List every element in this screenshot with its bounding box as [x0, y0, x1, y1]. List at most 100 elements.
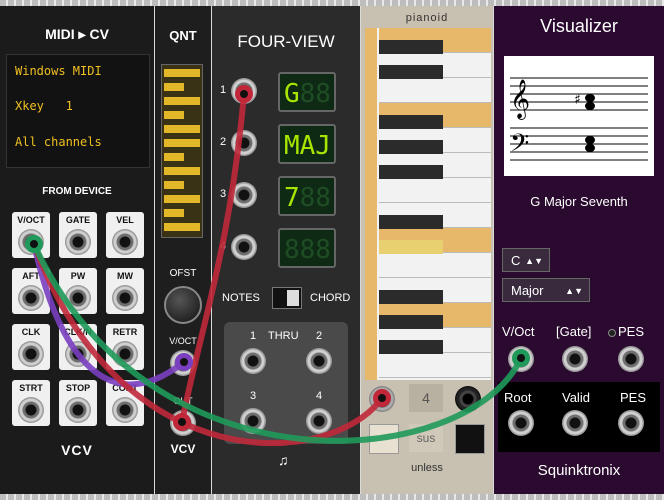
view-input-jack-4[interactable]: [231, 234, 257, 260]
treble-clef-icon: 𝄞: [510, 79, 530, 120]
key-indicator-strip: [365, 28, 377, 380]
piano-black-key[interactable]: [379, 165, 443, 179]
gate-output-jack[interactable]: [65, 229, 91, 255]
piano-black-key[interactable]: [379, 65, 443, 79]
mode-switch[interactable]: [272, 287, 302, 309]
button-left[interactable]: [369, 424, 399, 454]
out-jack-dark-1[interactable]: [455, 386, 481, 412]
notation-staff: 𝄞 𝄢 ♯: [510, 77, 648, 164]
piano-keyboard[interactable]: [365, 28, 491, 380]
thru-jack-2[interactable]: [306, 348, 332, 374]
voct-input-jack[interactable]: [170, 350, 196, 376]
piano-black-key[interactable]: [379, 240, 443, 254]
module-footer: unless: [411, 462, 443, 474]
view-input-jack-3[interactable]: [231, 182, 257, 208]
thru-num-1: 1: [250, 330, 257, 342]
display-unlit-segments: 88: [299, 79, 331, 109]
pw-output-jack[interactable]: [65, 285, 91, 311]
key-select-value: C: [511, 253, 521, 268]
brand-logo: VCV: [61, 442, 93, 458]
offset-knob[interactable]: [164, 286, 202, 324]
gate-input-jack[interactable]: [562, 346, 588, 372]
piano-black-key[interactable]: [379, 290, 443, 304]
module-title: MIDI ▸ CV: [45, 26, 109, 42]
clk-output-jack[interactable]: [18, 341, 44, 367]
thru-jack-1[interactable]: [240, 348, 266, 374]
piano-black-key[interactable]: [379, 115, 443, 129]
quantizer-keyboard[interactable]: [161, 64, 203, 238]
jack-cell-gate: GATE: [59, 212, 97, 258]
module-title: pianoid: [405, 12, 449, 24]
button-4[interactable]: 4: [409, 384, 443, 412]
cont-output-jack[interactable]: [112, 397, 138, 423]
strt-output-jack[interactable]: [18, 397, 44, 423]
clkn-output-jack[interactable]: [65, 341, 91, 367]
driver-select[interactable]: Windows MIDI: [15, 64, 102, 78]
retr-output-jack[interactable]: [112, 341, 138, 367]
button-right[interactable]: [455, 424, 485, 454]
piano-white-key[interactable]: [379, 253, 491, 278]
out-label: OUT: [173, 396, 193, 406]
button-sus[interactable]: sus: [409, 424, 443, 452]
brand-logo: Squinktronix: [537, 462, 621, 479]
device-select[interactable]: Xkey 1: [15, 99, 73, 113]
key-select[interactable]: C ▲▼: [502, 248, 550, 272]
voct-label: V/Oct: [502, 324, 535, 339]
midi-display: Windows MIDI Xkey 1 All channels: [6, 54, 150, 168]
channel-select[interactable]: All channels: [15, 135, 102, 149]
mw-output-jack[interactable]: [112, 285, 138, 311]
retr-label: RETR: [112, 327, 138, 337]
pes-input-jack[interactable]: [618, 346, 644, 372]
display-text: G: [284, 79, 300, 109]
piano-white-key[interactable]: [379, 178, 491, 203]
piano-black-key[interactable]: [379, 40, 443, 54]
row-number-3: 3: [220, 188, 227, 200]
pes-output-jack[interactable]: [618, 410, 644, 436]
mode-select-value: Major: [511, 283, 544, 298]
thru-jack-3[interactable]: [240, 408, 266, 434]
jack-cell-cont: CONT: [106, 380, 144, 426]
piano-black-key[interactable]: [379, 315, 443, 329]
view-input-jack-1[interactable]: [231, 78, 257, 104]
stop-output-jack[interactable]: [65, 397, 91, 423]
thru-jack-4[interactable]: [306, 408, 332, 434]
mode-select[interactable]: Major ▲▼: [502, 278, 590, 302]
row-number-2: 2: [220, 136, 227, 148]
voct-output-jack[interactable]: [18, 229, 44, 255]
music-note-icon: ♫: [278, 452, 289, 468]
pianoid-module: pianoid 4 sus unless: [361, 6, 493, 494]
thru-num-4: 4: [316, 390, 323, 402]
thru-num-3: 3: [250, 390, 257, 402]
piano-black-key[interactable]: [379, 140, 443, 154]
jack-cell-clkn: CLK/N: [59, 324, 97, 370]
gate-label: GATE: [65, 215, 91, 225]
chord-name: G Major Seventh: [530, 194, 628, 209]
root-output-jack[interactable]: [508, 410, 534, 436]
in-jack-red[interactable]: [369, 386, 395, 412]
piano-white-key[interactable]: [379, 353, 491, 378]
visualizer-module: Visualizer 𝄞 𝄢 ♯ G Major Seventh C ▲▼ Ma…: [494, 6, 664, 494]
jack-cell-strt: STRT: [12, 380, 50, 426]
display-unlit-segments: 88: [299, 183, 331, 213]
jack-cell-mw: MW: [106, 268, 144, 314]
view-input-jack-2[interactable]: [231, 130, 257, 156]
stop-label: STOP: [65, 383, 91, 393]
voct-input-jack[interactable]: [508, 346, 534, 372]
vel-output-jack[interactable]: [112, 229, 138, 255]
out-jack[interactable]: [170, 410, 196, 436]
sharp-icon: ♯: [574, 92, 581, 108]
offset-label: OFST: [169, 268, 197, 279]
output-section: Root Valid PES: [498, 382, 660, 452]
valid-output-jack[interactable]: [562, 410, 588, 436]
clkn-label: CLK/N: [64, 327, 92, 337]
display-unlit-segments: 888: [284, 235, 331, 265]
pes-label-bottom: PES: [620, 390, 647, 405]
quantizer-notes[interactable]: [162, 65, 202, 237]
notes-label: NOTES: [222, 292, 260, 304]
piano-black-key[interactable]: [379, 215, 443, 229]
piano-black-key[interactable]: [379, 340, 443, 354]
module-title: QNT: [169, 28, 197, 43]
piano-white-key[interactable]: [379, 78, 491, 103]
updown-icon: ▲▼: [565, 286, 583, 296]
aft-output-jack[interactable]: [18, 285, 44, 311]
